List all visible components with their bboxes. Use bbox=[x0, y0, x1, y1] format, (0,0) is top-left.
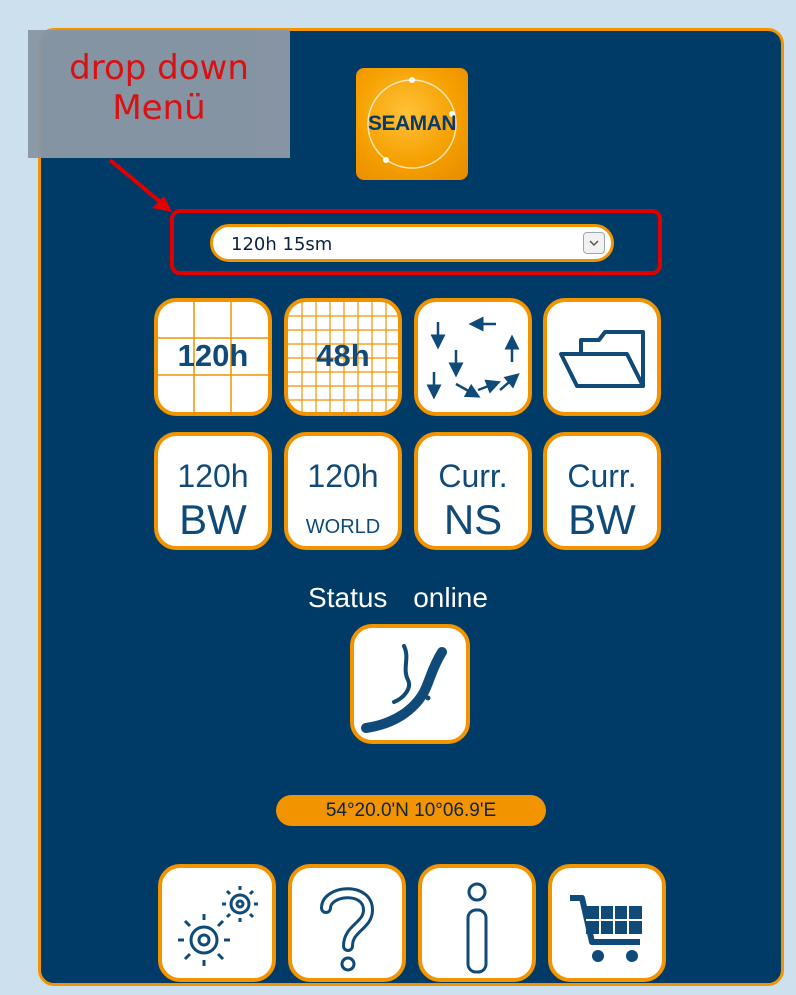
status-label: Status bbox=[308, 582, 388, 613]
grid-48h-label: 48h bbox=[316, 338, 370, 373]
tile-curr-ns-bottom: NS bbox=[443, 496, 503, 543]
arrows-icon bbox=[426, 316, 520, 400]
coastline-icon bbox=[361, 644, 447, 733]
grid-48h-button[interactable]: 48h bbox=[284, 298, 402, 416]
grid-120h-button[interactable]: 120h bbox=[154, 298, 272, 416]
tile-120h-bw-bottom: BW bbox=[179, 496, 247, 543]
grid-120h-label: 120h bbox=[177, 338, 249, 373]
cart-button[interactable] bbox=[548, 864, 666, 982]
help-icon bbox=[320, 887, 375, 972]
coast-button[interactable] bbox=[350, 624, 470, 744]
settings-icon bbox=[178, 886, 258, 966]
tile-120h-bw-top: 120h bbox=[177, 458, 249, 494]
tile-curr-bw-top: Curr. bbox=[567, 458, 637, 494]
tile-120h-world[interactable]: 120h WORLD bbox=[284, 432, 402, 550]
seaman-logo: SEAMAN bbox=[356, 68, 468, 180]
forecast-select[interactable]: 120h 15sm bbox=[210, 224, 614, 262]
tile-curr-bw-bottom: BW bbox=[568, 496, 636, 543]
status-value: online bbox=[413, 582, 488, 613]
tile-curr-ns-top: Curr. bbox=[438, 458, 508, 494]
info-icon bbox=[466, 882, 488, 974]
info-button[interactable] bbox=[418, 864, 536, 982]
tile-curr-ns[interactable]: Curr. NS bbox=[414, 432, 532, 550]
chevron-down-icon[interactable] bbox=[583, 232, 605, 254]
tile-120h-world-top: 120h bbox=[307, 458, 379, 494]
help-button[interactable] bbox=[288, 864, 406, 982]
coordinates-badge: 54°20.0'N 10°06.9'E bbox=[276, 795, 546, 826]
arrows-button[interactable] bbox=[414, 298, 532, 416]
cart-icon bbox=[570, 895, 642, 962]
folder-button[interactable] bbox=[543, 298, 661, 416]
status-line: Status online bbox=[0, 582, 796, 614]
tile-120h-world-bottom: WORLD bbox=[305, 516, 381, 538]
folder-icon bbox=[559, 330, 645, 388]
settings-button[interactable] bbox=[158, 864, 276, 982]
tile-curr-bw[interactable]: Curr. BW bbox=[543, 432, 661, 550]
forecast-select-value: 120h 15sm bbox=[231, 234, 333, 255]
logo-text: SEAMAN bbox=[367, 112, 457, 135]
tile-120h-bw[interactable]: 120h BW bbox=[154, 432, 272, 550]
